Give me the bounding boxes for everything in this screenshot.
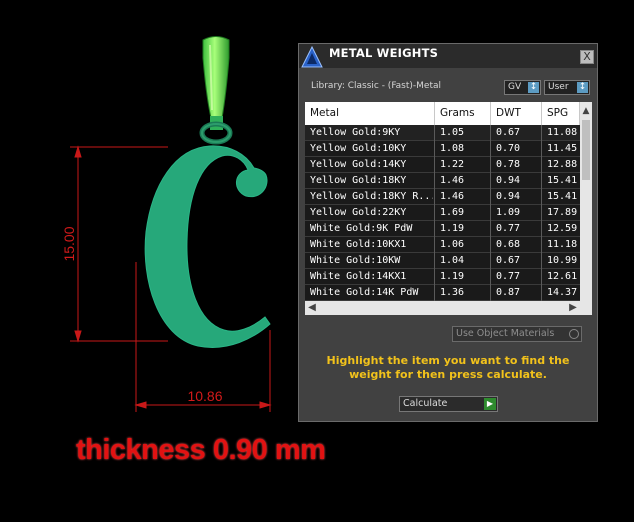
table-body: Yellow Gold:9KY 1.05 0.67 11.08 Yellow Gold:… <box>305 125 580 301</box>
column-header-metal[interactable]: Metal <box>305 102 435 125</box>
scroll-left-icon[interactable]: ◀ <box>306 301 318 315</box>
cell-grams: 1.05 <box>440 127 465 138</box>
cell-metal: Yellow Gold:10KY <box>310 143 407 154</box>
cell-grams: 1.46 <box>440 191 465 202</box>
cell-spg: 17.89 <box>547 207 578 218</box>
gv-label: GV <box>508 82 522 92</box>
column-header-grams[interactable]: Grams <box>435 102 491 125</box>
cell-grams: 1.04 <box>440 255 465 266</box>
panel-title: METAL WEIGHTS <box>329 46 439 60</box>
letter-c <box>144 145 271 348</box>
thickness-annotation: thickness 0.90 mm <box>76 434 326 466</box>
cell-metal: White Gold:9K PdW <box>310 223 413 234</box>
use-object-materials-toggle[interactable]: Use Object Materials <box>452 326 582 342</box>
cell-dwt: 0.67 <box>496 127 521 138</box>
cell-dwt: 0.94 <box>496 191 521 202</box>
cell-dwt: 0.77 <box>496 271 521 282</box>
user-dropdown[interactable]: User ↕ <box>544 80 590 95</box>
cell-dwt: 1.09 <box>496 207 521 218</box>
table-row[interactable]: White Gold:10KW 1.04 0.67 10.99 <box>305 253 580 269</box>
toggle-icon <box>569 329 579 339</box>
panel-titlebar[interactable]: METAL WEIGHTS X <box>299 44 597 68</box>
table-row[interactable]: White Gold:14K PdW 1.36 0.87 14.37 <box>305 285 580 301</box>
cell-spg: 10.99 <box>547 255 578 266</box>
calculate-dropdown[interactable]: Calculate ▶ <box>399 396 498 412</box>
cell-spg: 15.41 <box>547 191 578 202</box>
cell-spg: 15.41 <box>547 175 578 186</box>
metal-table[interactable]: Metal Grams DWT SPG Yellow Gold:9KY 1.05 0… <box>305 102 592 315</box>
metal-weights-panel: METAL WEIGHTS X Library: Classic - (Fast… <box>298 43 598 422</box>
use-object-materials-label: Use Object Materials <box>456 328 555 339</box>
cell-spg: 11.08 <box>547 127 578 138</box>
cell-metal: Yellow Gold:22KY <box>310 207 407 218</box>
vertical-scrollbar[interactable]: ▲ ▼ <box>580 102 592 315</box>
column-header-dwt[interactable]: DWT <box>491 102 542 125</box>
cell-grams: 1.69 <box>440 207 465 218</box>
dropdown-indicator-icon: ↕ <box>528 82 539 93</box>
cell-dwt: 0.78 <box>496 159 521 170</box>
close-button[interactable]: X <box>580 50 594 64</box>
cell-grams: 1.22 <box>440 159 465 170</box>
cell-metal: Yellow Gold:14KY <box>310 159 407 170</box>
height-dimension-label: 15.00 <box>61 226 77 261</box>
table-row[interactable]: Yellow Gold:18KY 1.46 0.94 15.41 <box>305 173 580 189</box>
column-header-spg[interactable]: SPG <box>542 102 580 125</box>
cell-dwt: 0.68 <box>496 239 521 250</box>
scroll-right-icon[interactable]: ▶ <box>567 301 579 315</box>
table-row[interactable]: Yellow Gold:22KY 1.69 1.09 17.89 <box>305 205 580 221</box>
cell-spg: 11.45 <box>547 143 578 154</box>
cell-grams: 1.06 <box>440 239 465 250</box>
table-row[interactable]: Yellow Gold:10KY 1.08 0.70 11.45 <box>305 141 580 157</box>
play-arrow-icon[interactable]: ▶ <box>484 398 496 410</box>
table-row[interactable]: Yellow Gold:9KY 1.05 0.67 11.08 <box>305 125 580 141</box>
cell-metal: White Gold:10KX1 <box>310 239 407 250</box>
cell-grams: 1.46 <box>440 175 465 186</box>
cell-metal: Yellow Gold:18KY <box>310 175 407 186</box>
cell-spg: 14.37 <box>547 287 578 298</box>
table-row[interactable]: White Gold:14KX1 1.19 0.77 12.61 <box>305 269 580 285</box>
user-label: User <box>548 82 569 92</box>
cell-dwt: 0.67 <box>496 255 521 266</box>
table-row[interactable]: Yellow Gold:18KY R... 1.46 0.94 15.41 <box>305 189 580 205</box>
horizontal-scrollbar[interactable]: ◀ ▶ <box>305 301 592 315</box>
scroll-up-icon[interactable]: ▲ <box>580 104 592 118</box>
library-label: Library: Classic - (Fast)-Metal <box>311 81 442 91</box>
width-dimension-label: 10.86 <box>187 388 222 404</box>
table-row[interactable]: Yellow Gold:14KY 1.22 0.78 12.88 <box>305 157 580 173</box>
cell-metal: Yellow Gold:9KY <box>310 127 401 138</box>
app-logo-icon <box>301 46 323 68</box>
table-row[interactable]: White Gold:10KX1 1.06 0.68 11.18 <box>305 237 580 253</box>
cell-metal: Yellow Gold:18KY R... <box>310 191 433 202</box>
table-header: Metal Grams DWT SPG <box>305 102 592 125</box>
cell-dwt: 0.94 <box>496 175 521 186</box>
dropdown-indicator-icon: ↕ <box>577 82 588 93</box>
cell-metal: White Gold:14KX1 <box>310 271 407 282</box>
cell-dwt: 0.70 <box>496 143 521 154</box>
scroll-thumb[interactable] <box>582 120 590 180</box>
bail <box>199 36 233 145</box>
cell-grams: 1.36 <box>440 287 465 298</box>
cell-metal: White Gold:14K PdW <box>310 287 419 298</box>
cell-spg: 12.88 <box>547 159 578 170</box>
cell-dwt: 0.77 <box>496 223 521 234</box>
calculate-label: Calculate <box>403 398 448 409</box>
cell-spg: 11.18 <box>547 239 578 250</box>
gv-dropdown[interactable]: GV ↕ <box>504 80 541 95</box>
cell-spg: 12.61 <box>547 271 578 282</box>
cell-spg: 12.59 <box>547 223 578 234</box>
cell-grams: 1.19 <box>440 223 465 234</box>
cell-grams: 1.08 <box>440 143 465 154</box>
instruction-text: Highlight the item you want to find the … <box>326 354 570 381</box>
cell-metal: White Gold:10KW <box>310 255 401 266</box>
table-row[interactable]: White Gold:9K PdW 1.19 0.77 12.59 <box>305 221 580 237</box>
cell-grams: 1.19 <box>440 271 465 282</box>
cell-dwt: 0.87 <box>496 287 521 298</box>
